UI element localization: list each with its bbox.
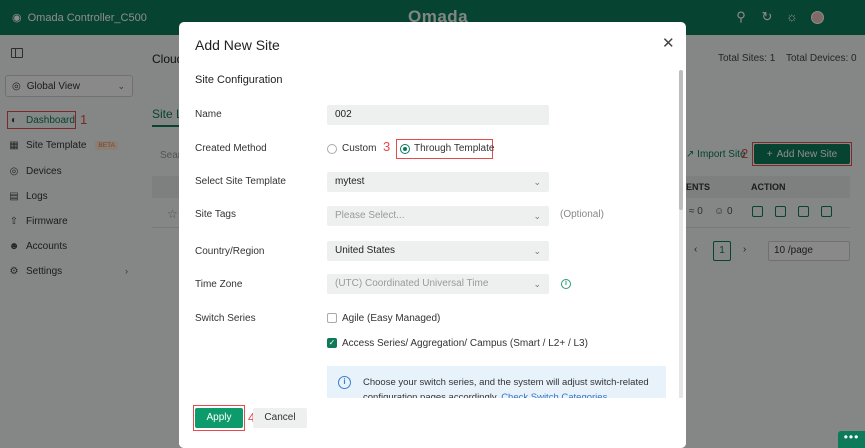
site-template-select[interactable]: mytest ⌄: [327, 172, 549, 192]
dialog-scrollbar[interactable]: [679, 70, 683, 400]
radio-through-template-label[interactable]: Through Template: [414, 143, 494, 154]
switch-series-label: Switch Series: [195, 313, 256, 324]
annotation-number-3: 3: [383, 139, 391, 154]
section-heading: Site Configuration: [195, 74, 283, 86]
radio-custom-label[interactable]: Custom: [342, 143, 376, 154]
time-zone-label: Time Zone: [195, 279, 243, 290]
select-site-template-label: Select Site Template: [195, 176, 286, 187]
dialog-title: Add New Site: [195, 37, 280, 53]
more-options-button[interactable]: •••: [838, 431, 865, 448]
annotation-box-apply: [193, 405, 245, 431]
created-method-label: Created Method: [195, 143, 267, 154]
radio-custom[interactable]: [327, 144, 337, 154]
switch-info-banner: i Choose your switch series, and the sys…: [327, 366, 666, 403]
time-zone-select: (UTC) Coordinated Universal Time ⌄: [327, 274, 549, 294]
country-region-label: Country/Region: [195, 246, 265, 257]
time-zone-value: (UTC) Coordinated Universal Time: [335, 278, 489, 289]
add-new-site-dialog: Add New Site ✕ Site Configuration Name 0…: [179, 22, 686, 448]
radio-through-template[interactable]: [400, 144, 410, 154]
cancel-button[interactable]: Cancel: [253, 408, 307, 428]
site-name-input[interactable]: 002: [327, 105, 549, 125]
site-tags-select[interactable]: Please Select... ⌄: [327, 206, 549, 226]
checkbox-agile[interactable]: [327, 313, 337, 323]
info-icon[interactable]: i: [561, 279, 571, 289]
site-tags-label: Site Tags: [195, 209, 236, 220]
checkbox-access-series-label[interactable]: Access Series/ Aggregation/ Campus (Smar…: [342, 338, 588, 349]
scrollbar-thumb[interactable]: [679, 70, 683, 210]
chevron-down-icon: ⌄: [533, 177, 541, 187]
name-label: Name: [195, 109, 222, 120]
site-template-value: mytest: [335, 176, 365, 187]
chevron-down-icon: ⌄: [533, 246, 541, 256]
checkbox-agile-label[interactable]: Agile (Easy Managed): [342, 313, 440, 324]
checkbox-access-series[interactable]: ✓: [327, 338, 337, 348]
country-region-select[interactable]: United States ⌄: [327, 241, 549, 261]
country-value: United States: [335, 245, 396, 256]
site-tags-placeholder: Please Select...: [335, 210, 405, 221]
close-icon[interactable]: ✕: [662, 36, 675, 51]
chevron-down-icon: ⌄: [533, 211, 541, 221]
chevron-down-icon: ⌄: [533, 279, 541, 289]
info-circle-icon: i: [338, 376, 351, 389]
optional-hint: (Optional): [560, 209, 604, 220]
